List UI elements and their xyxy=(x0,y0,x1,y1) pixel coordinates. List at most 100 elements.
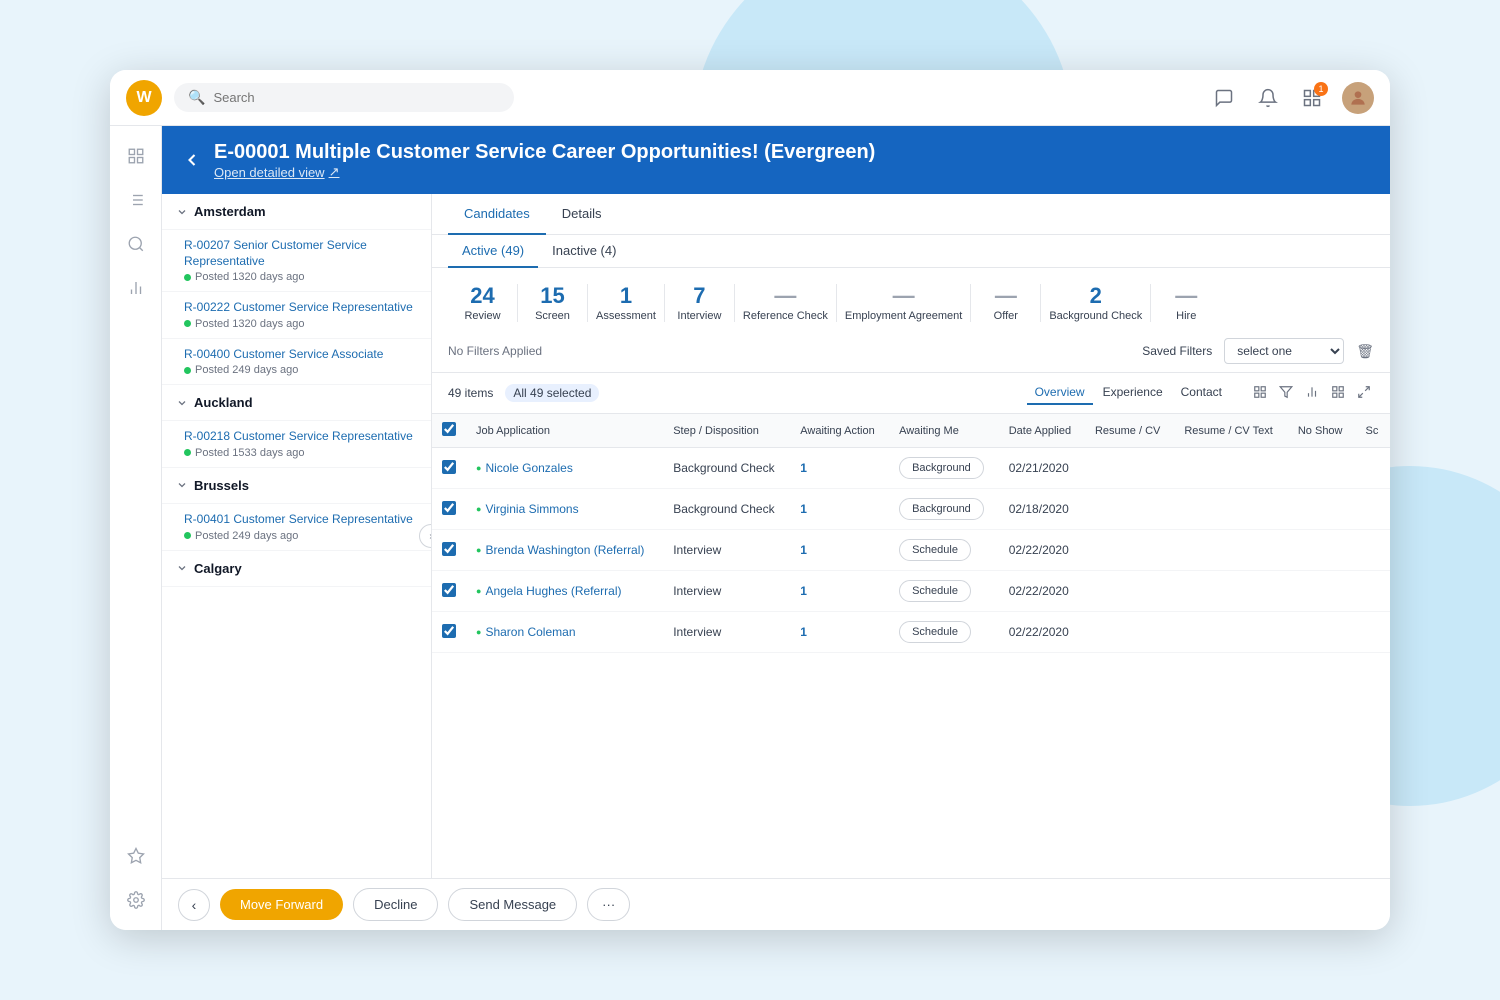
table-row: ● Brenda Washington (Referral) Interview… xyxy=(432,530,1390,571)
notification-icon[interactable] xyxy=(1254,84,1282,112)
search-input[interactable] xyxy=(213,90,500,105)
row-name-cell[interactable]: ● Virginia Simmons xyxy=(466,489,663,530)
row-awaiting-me-cell[interactable]: Background xyxy=(889,448,999,489)
job-item-r00207[interactable]: R-00207 Senior Customer Service Represen… xyxy=(162,230,431,292)
scroll-left-button[interactable]: ‹ xyxy=(178,889,210,921)
action-btn-0[interactable]: Background xyxy=(899,457,984,479)
nav-star-icon[interactable] xyxy=(118,838,154,874)
nav-search-icon[interactable] xyxy=(118,226,154,262)
th-no-show: No Show xyxy=(1288,414,1356,448)
subtab-active[interactable]: Active (49) xyxy=(448,235,538,268)
location-header-auckland[interactable]: Auckland xyxy=(162,385,431,421)
tab-candidates[interactable]: Candidates xyxy=(448,194,546,235)
tab-details[interactable]: Details xyxy=(546,194,618,235)
job-item-r00222[interactable]: R-00222 Customer Service Representative … xyxy=(162,292,431,339)
action-btn-4[interactable]: Schedule xyxy=(899,621,971,643)
move-forward-button[interactable]: Move Forward xyxy=(220,889,343,920)
candidates-table: Job Application Step / Disposition Await… xyxy=(432,414,1390,653)
action-btn-3[interactable]: Schedule xyxy=(899,580,971,602)
row-checkbox-1[interactable] xyxy=(442,501,456,515)
nav-chart-icon[interactable] xyxy=(118,270,154,306)
expand-icon[interactable] xyxy=(1354,382,1374,405)
row-checkbox-2[interactable] xyxy=(442,542,456,556)
row-checkbox-3[interactable] xyxy=(442,583,456,597)
avatar[interactable] xyxy=(1342,82,1374,114)
main-tabs: Candidates Details xyxy=(432,194,1390,235)
stage-reference-check[interactable]: — Reference Check xyxy=(735,284,837,322)
apps-icon[interactable]: 1 xyxy=(1298,84,1326,112)
decline-button[interactable]: Decline xyxy=(353,888,438,921)
location-header-brussels[interactable]: Brussels xyxy=(162,468,431,504)
page-wrapper: W 🔍 1 xyxy=(0,0,1500,1000)
view-tab-experience[interactable]: Experience xyxy=(1095,381,1171,405)
row-name-cell[interactable]: ● Sharon Coleman xyxy=(466,612,663,653)
chart-icon[interactable] xyxy=(1302,382,1322,405)
row-step-cell: Interview xyxy=(663,571,790,612)
stage-screen[interactable]: 15 Screen xyxy=(518,284,588,322)
message-icon[interactable] xyxy=(1210,84,1238,112)
row-checkbox-4[interactable] xyxy=(442,624,456,638)
stage-review[interactable]: 24 Review xyxy=(448,284,518,322)
header-text: E-00001 Multiple Customer Service Career… xyxy=(214,140,875,180)
row-checkbox-cell[interactable] xyxy=(432,530,466,571)
action-btn-1[interactable]: Background xyxy=(899,498,984,520)
saved-filters-select[interactable]: select one xyxy=(1224,338,1344,364)
row-name-cell[interactable]: ● Brenda Washington (Referral) xyxy=(466,530,663,571)
view-tab-overview[interactable]: Overview xyxy=(1027,381,1093,405)
stage-employment-agreement[interactable]: — Employment Agreement xyxy=(837,284,971,322)
delete-filter-button[interactable]: 🗑 xyxy=(1356,343,1374,360)
more-actions-button[interactable]: ··· xyxy=(587,888,630,921)
row-resume-cv-cell xyxy=(1085,612,1174,653)
row-name-cell[interactable]: ● Angela Hughes (Referral) xyxy=(466,571,663,612)
nav-settings-icon[interactable] xyxy=(118,882,154,918)
row-checkbox-0[interactable] xyxy=(442,460,456,474)
open-detail-link[interactable]: Open detailed view ↗ xyxy=(214,164,875,180)
row-no-show-cell xyxy=(1288,612,1356,653)
stage-hire[interactable]: — Hire xyxy=(1151,284,1221,322)
row-awaiting-action-cell: 1 xyxy=(790,489,889,530)
nav-list-icon[interactable] xyxy=(118,182,154,218)
location-header-amsterdam[interactable]: Amsterdam xyxy=(162,194,431,230)
row-resume-cv-cell xyxy=(1085,448,1174,489)
th-awaiting-me: Awaiting Me xyxy=(889,414,999,448)
grid-icon[interactable] xyxy=(1328,382,1348,405)
main-content-wrapper: E-00001 Multiple Customer Service Career… xyxy=(162,126,1390,930)
nav-grid-icon[interactable] xyxy=(118,138,154,174)
action-btn-2[interactable]: Schedule xyxy=(899,539,971,561)
th-step: Step / Disposition xyxy=(663,414,790,448)
search-bar[interactable]: 🔍 xyxy=(174,83,514,112)
stage-offer[interactable]: — Offer xyxy=(971,284,1041,322)
row-checkbox-cell[interactable] xyxy=(432,571,466,612)
stage-interview[interactable]: 7 Interview xyxy=(665,284,735,322)
filter-icon[interactable] xyxy=(1276,382,1296,405)
row-awaiting-me-cell[interactable]: Background xyxy=(889,489,999,530)
row-awaiting-me-cell[interactable]: Schedule xyxy=(889,530,999,571)
subtab-inactive[interactable]: Inactive (4) xyxy=(538,235,630,268)
row-checkbox-cell[interactable] xyxy=(432,489,466,530)
saved-filters-label: Saved Filters xyxy=(1142,344,1212,358)
location-header-calgary[interactable]: Calgary xyxy=(162,551,431,587)
job-item-r00218[interactable]: R-00218 Customer Service Representative … xyxy=(162,421,431,468)
job-item-r00401[interactable]: R-00401 Customer Service Representative … xyxy=(162,504,431,551)
row-resume-cv-text-cell xyxy=(1174,489,1288,530)
row-no-show-cell xyxy=(1288,571,1356,612)
select-all-checkbox[interactable] xyxy=(442,422,456,436)
row-awaiting-me-cell[interactable]: Schedule xyxy=(889,571,999,612)
view-tab-contact[interactable]: Contact xyxy=(1173,381,1230,405)
job-item-r00400[interactable]: R-00400 Customer Service Associate Poste… xyxy=(162,339,431,386)
stage-background-check[interactable]: 2 Background Check xyxy=(1041,284,1151,322)
row-checkbox-cell[interactable] xyxy=(432,448,466,489)
back-button[interactable] xyxy=(182,150,202,170)
th-resume-cv: Resume / CV xyxy=(1085,414,1174,448)
send-message-button[interactable]: Send Message xyxy=(448,888,577,921)
table-view-icon[interactable] xyxy=(1250,382,1270,405)
stages-row: 24 Review 15 Screen 1 Assessment xyxy=(432,268,1390,330)
row-resume-cv-cell xyxy=(1085,571,1174,612)
row-sc-cell xyxy=(1356,571,1390,612)
row-checkbox-cell[interactable] xyxy=(432,612,466,653)
location-group-calgary: Calgary xyxy=(162,551,431,587)
row-awaiting-me-cell[interactable]: Schedule xyxy=(889,612,999,653)
stage-assessment[interactable]: 1 Assessment xyxy=(588,284,665,322)
row-name-cell[interactable]: ● Nicole Gonzales xyxy=(466,448,663,489)
row-resume-cv-text-cell xyxy=(1174,571,1288,612)
